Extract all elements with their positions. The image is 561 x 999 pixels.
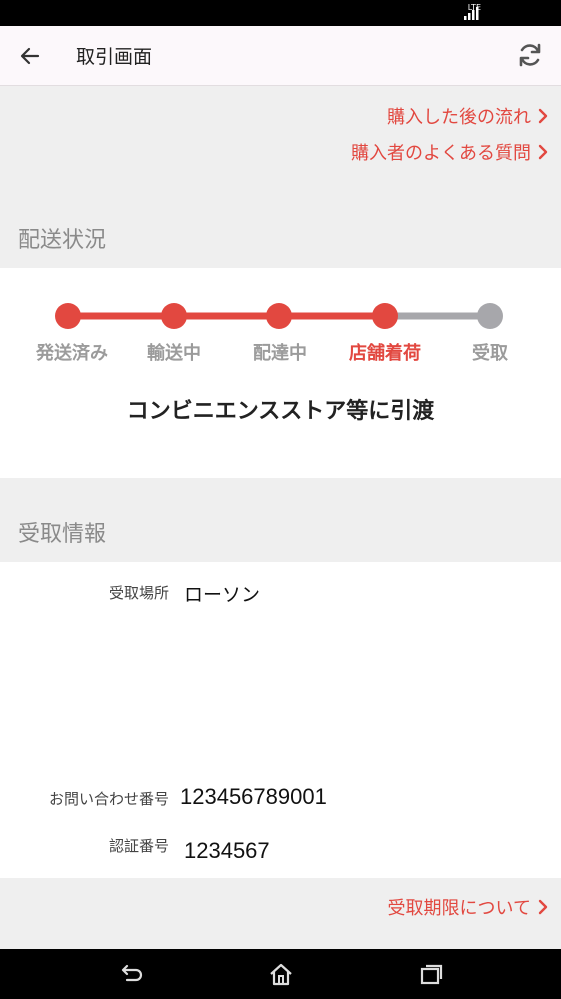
buyer-faq-link[interactable]: 購入者のよくある質問 bbox=[351, 139, 549, 165]
signal-icon bbox=[464, 7, 479, 20]
step-dot-3 bbox=[266, 303, 292, 329]
recents-icon[interactable] bbox=[416, 961, 446, 987]
auth-number-label: 認証番号 bbox=[108, 837, 169, 855]
refresh-icon[interactable] bbox=[515, 40, 545, 70]
step-dot-5 bbox=[477, 303, 503, 329]
step-label-shipped: 発送済み bbox=[36, 343, 108, 364]
auth-number-value: 1234567 bbox=[184, 838, 270, 863]
delivery-status-panel: 発送済み 輸送中 配達中 店舗着荷 受取 コンビニエンスストア等に引渡 bbox=[0, 268, 561, 478]
inquiry-number-value: 123456789001 bbox=[180, 784, 327, 809]
pickup-info-heading: 受取情報 bbox=[18, 522, 107, 547]
chevron-right-icon bbox=[538, 899, 548, 915]
delivery-status-text: コンビニエンスストア等に引渡 bbox=[126, 399, 435, 424]
step-label-received: 受取 bbox=[472, 343, 508, 364]
pickup-info-panel: 受取場所 ローソン お問い合わせ番号 123456789001 認証番号 123… bbox=[0, 562, 561, 878]
app-bar: 取引画面 bbox=[0, 26, 561, 86]
system-nav-bar bbox=[0, 949, 561, 999]
buyer-faq-label: 購入者のよくある質問 bbox=[351, 143, 531, 164]
chevron-right-icon bbox=[538, 144, 548, 160]
home-icon[interactable] bbox=[266, 961, 296, 987]
pickup-deadline-link[interactable]: 受取期限について bbox=[388, 894, 549, 920]
step-dot-2 bbox=[161, 303, 187, 329]
delivery-status-heading: 配送状況 bbox=[18, 228, 107, 253]
step-label-arrived-store: 店舗着荷 bbox=[349, 343, 421, 364]
step-label-out-for-delivery: 配達中 bbox=[253, 343, 307, 364]
pickup-location-label: 受取場所 bbox=[108, 584, 169, 602]
step-dot-1 bbox=[55, 303, 81, 329]
back-icon[interactable] bbox=[116, 961, 146, 987]
step-dot-4 bbox=[372, 303, 398, 329]
back-arrow-icon[interactable] bbox=[16, 42, 44, 70]
status-bar: LTE bbox=[0, 0, 561, 26]
inquiry-number-label: お問い合わせ番号 bbox=[48, 790, 169, 808]
step-label-in-transit: 輸送中 bbox=[147, 343, 201, 364]
after-purchase-flow-label: 購入した後の流れ bbox=[387, 107, 531, 128]
pickup-location-value: ローソン bbox=[184, 585, 261, 606]
after-purchase-flow-link[interactable]: 購入した後の流れ bbox=[387, 103, 549, 129]
pickup-deadline-label: 受取期限について bbox=[387, 898, 531, 919]
page-title: 取引画面 bbox=[76, 46, 153, 68]
chevron-right-icon bbox=[538, 108, 548, 124]
